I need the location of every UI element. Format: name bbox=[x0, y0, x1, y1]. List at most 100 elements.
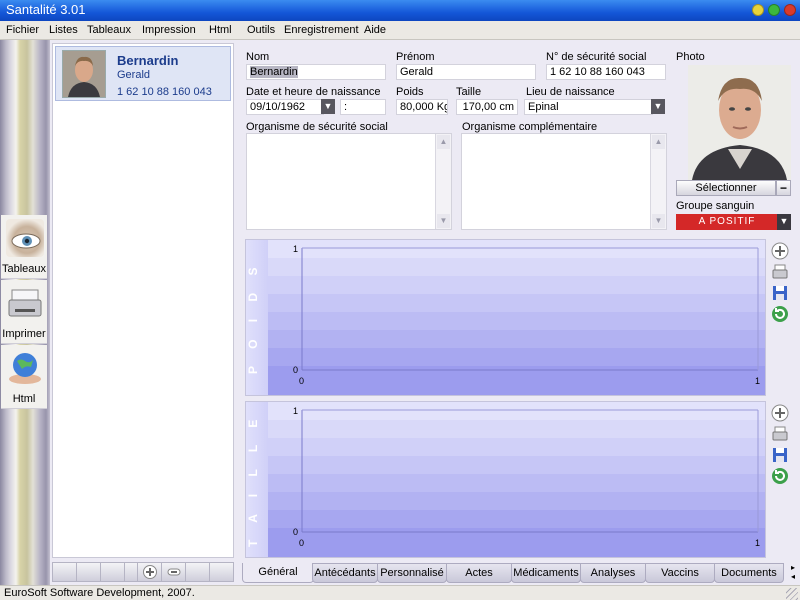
remove-photo-button[interactable]: − bbox=[776, 180, 791, 196]
ssn-field[interactable]: 1 62 10 88 160 043 bbox=[546, 64, 666, 80]
patient-card-name: Bernardin bbox=[117, 53, 179, 68]
menu-fichier[interactable]: Fichier bbox=[6, 24, 39, 36]
menu-tableaux[interactable]: Tableaux bbox=[87, 24, 131, 36]
menu-impression[interactable]: Impression bbox=[142, 24, 196, 36]
printer-icon bbox=[772, 426, 788, 441]
taille-save-button[interactable] bbox=[770, 446, 790, 466]
taille-field[interactable]: 170,00 cm bbox=[456, 99, 518, 115]
tab-vaccins[interactable]: Vaccins bbox=[645, 563, 715, 583]
poids-chart: P O I D S 1 0 0 1 bbox=[245, 239, 766, 396]
tool-imprimer[interactable]: Imprimer bbox=[1, 280, 47, 344]
org-secu-label: Organisme de sécurité social bbox=[246, 121, 388, 133]
poids-x-min: 0 bbox=[299, 376, 304, 386]
tab-strip: Général Antécédants Personnalisé Actes M… bbox=[240, 563, 800, 583]
patient-card-firstname: Gerald bbox=[117, 69, 151, 81]
tab-actes[interactable]: Actes bbox=[446, 563, 512, 583]
tab-general[interactable]: Général bbox=[242, 563, 314, 583]
tool-tableaux[interactable]: Tableaux bbox=[1, 215, 47, 279]
taille-y-min: 0 bbox=[293, 527, 298, 537]
poids-y-max: 1 bbox=[293, 244, 298, 254]
menu-outils[interactable]: Outils bbox=[247, 24, 275, 36]
scroll-up-icon[interactable]: ▲ bbox=[652, 135, 665, 149]
org-secu-scrollbar[interactable]: ▲ ▼ bbox=[435, 134, 451, 229]
taille-chart-plot: 1 0 0 1 bbox=[268, 402, 765, 557]
close-button[interactable] bbox=[784, 4, 796, 16]
scroll-up-icon[interactable]: ▲ bbox=[437, 135, 450, 149]
tab-antecedants[interactable]: Antécédants bbox=[312, 563, 378, 583]
poids-add-button[interactable] bbox=[770, 242, 790, 262]
poids-refresh-button[interactable] bbox=[770, 305, 790, 325]
select-photo-button[interactable]: Sélectionner bbox=[676, 180, 776, 196]
patient-card-ssn: 1 62 10 88 160 043 bbox=[117, 86, 212, 98]
blood-group-select[interactable]: A POSITIF bbox=[676, 214, 778, 230]
menu-bar: Fichier Listes Tableaux Impression Html … bbox=[0, 21, 800, 40]
taille-chart: T A I L L E 1 0 0 1 bbox=[245, 401, 766, 558]
menu-enregistrement[interactable]: Enregistrement bbox=[284, 24, 359, 36]
plus-icon bbox=[142, 565, 157, 579]
tab-scroll[interactable]: ▸ ◂ bbox=[788, 563, 798, 583]
poids-y-min: 0 bbox=[293, 365, 298, 375]
prenom-field[interactable]: Gerald bbox=[396, 64, 536, 80]
minus-icon bbox=[167, 568, 180, 576]
patient-list[interactable]: Bernardin Gerald 1 62 10 88 160 043 bbox=[52, 43, 234, 558]
poids-chart-plot: 1 0 0 1 bbox=[268, 240, 765, 395]
list-nav-button-2[interactable] bbox=[76, 562, 101, 582]
resize-grip-icon[interactable] bbox=[786, 588, 798, 600]
remove-patient-button[interactable] bbox=[161, 562, 186, 582]
taille-x-max: 1 bbox=[755, 538, 760, 548]
disk-icon bbox=[773, 448, 787, 462]
menu-listes[interactable]: Listes bbox=[49, 24, 78, 36]
list-nav-button-1[interactable] bbox=[52, 562, 77, 582]
org-secu-textarea[interactable]: ▲ ▼ bbox=[246, 133, 452, 230]
nom-label: Nom bbox=[246, 51, 270, 63]
list-nav-button-6[interactable] bbox=[209, 562, 234, 582]
poids-x-max: 1 bbox=[755, 376, 760, 386]
prenom-label: Prénom bbox=[396, 51, 435, 63]
org-comp-label: Organisme complémentaire bbox=[462, 121, 598, 133]
tool-tableaux-label: Tableaux bbox=[1, 263, 47, 275]
lieu-dropdown[interactable]: ▼ bbox=[651, 99, 665, 114]
patient-thumbnail bbox=[62, 50, 106, 98]
dropdown-arrow-icon: ▼ bbox=[779, 216, 789, 226]
org-comp-scrollbar[interactable]: ▲ ▼ bbox=[650, 134, 666, 229]
tab-analyses[interactable]: Analyses bbox=[580, 563, 646, 583]
scroll-down-icon[interactable]: ▼ bbox=[652, 214, 665, 228]
tab-personnalise[interactable]: Personnalisé bbox=[377, 563, 447, 583]
taille-refresh-button[interactable] bbox=[770, 467, 790, 487]
scroll-down-icon[interactable]: ▼ bbox=[437, 214, 450, 228]
poids-save-button[interactable] bbox=[770, 284, 790, 304]
taille-label: Taille bbox=[456, 86, 482, 98]
groupe-label: Groupe sanguin bbox=[676, 200, 755, 212]
list-toolbar bbox=[52, 562, 234, 582]
poids-print-button[interactable] bbox=[770, 263, 790, 283]
birth-date-dropdown[interactable]: ▼ bbox=[321, 99, 335, 114]
poids-field[interactable]: 80,000 Kg bbox=[396, 99, 448, 115]
status-bar: EuroSoft Software Development, 2007. bbox=[0, 585, 800, 600]
tab-medicaments[interactable]: Médicaments bbox=[511, 563, 581, 583]
tab-documents[interactable]: Documents bbox=[714, 563, 784, 583]
lieu-field[interactable]: Epinal bbox=[524, 99, 653, 115]
nom-field[interactable]: Bernardin bbox=[246, 64, 386, 80]
add-patient-button[interactable] bbox=[137, 562, 162, 582]
birth-time-field[interactable]: : bbox=[340, 99, 386, 115]
patient-card[interactable]: Bernardin Gerald 1 62 10 88 160 043 bbox=[55, 46, 231, 101]
photo-label: Photo bbox=[676, 51, 705, 63]
taille-x-min: 0 bbox=[299, 538, 304, 548]
blood-group-dropdown[interactable]: ▼ bbox=[777, 214, 791, 230]
taille-y-max: 1 bbox=[293, 406, 298, 416]
birth-date-field[interactable]: 09/10/1962 bbox=[246, 99, 324, 115]
taille-print-button[interactable] bbox=[770, 425, 790, 445]
tool-html[interactable]: Html bbox=[1, 345, 47, 409]
minimize-button[interactable] bbox=[752, 4, 764, 16]
disk-icon bbox=[773, 286, 787, 300]
poids-chart-label: P O I D S bbox=[246, 240, 268, 395]
list-nav-button-3[interactable] bbox=[100, 562, 125, 582]
window-title: Santalité 3.01 bbox=[6, 2, 86, 17]
plus-icon bbox=[771, 404, 789, 422]
menu-aide[interactable]: Aide bbox=[364, 24, 386, 36]
org-comp-textarea[interactable]: ▲ ▼ bbox=[461, 133, 667, 230]
taille-add-button[interactable] bbox=[770, 404, 790, 424]
menu-html[interactable]: Html bbox=[209, 24, 232, 36]
maximize-button[interactable] bbox=[768, 4, 780, 16]
list-nav-button-5[interactable] bbox=[185, 562, 210, 582]
